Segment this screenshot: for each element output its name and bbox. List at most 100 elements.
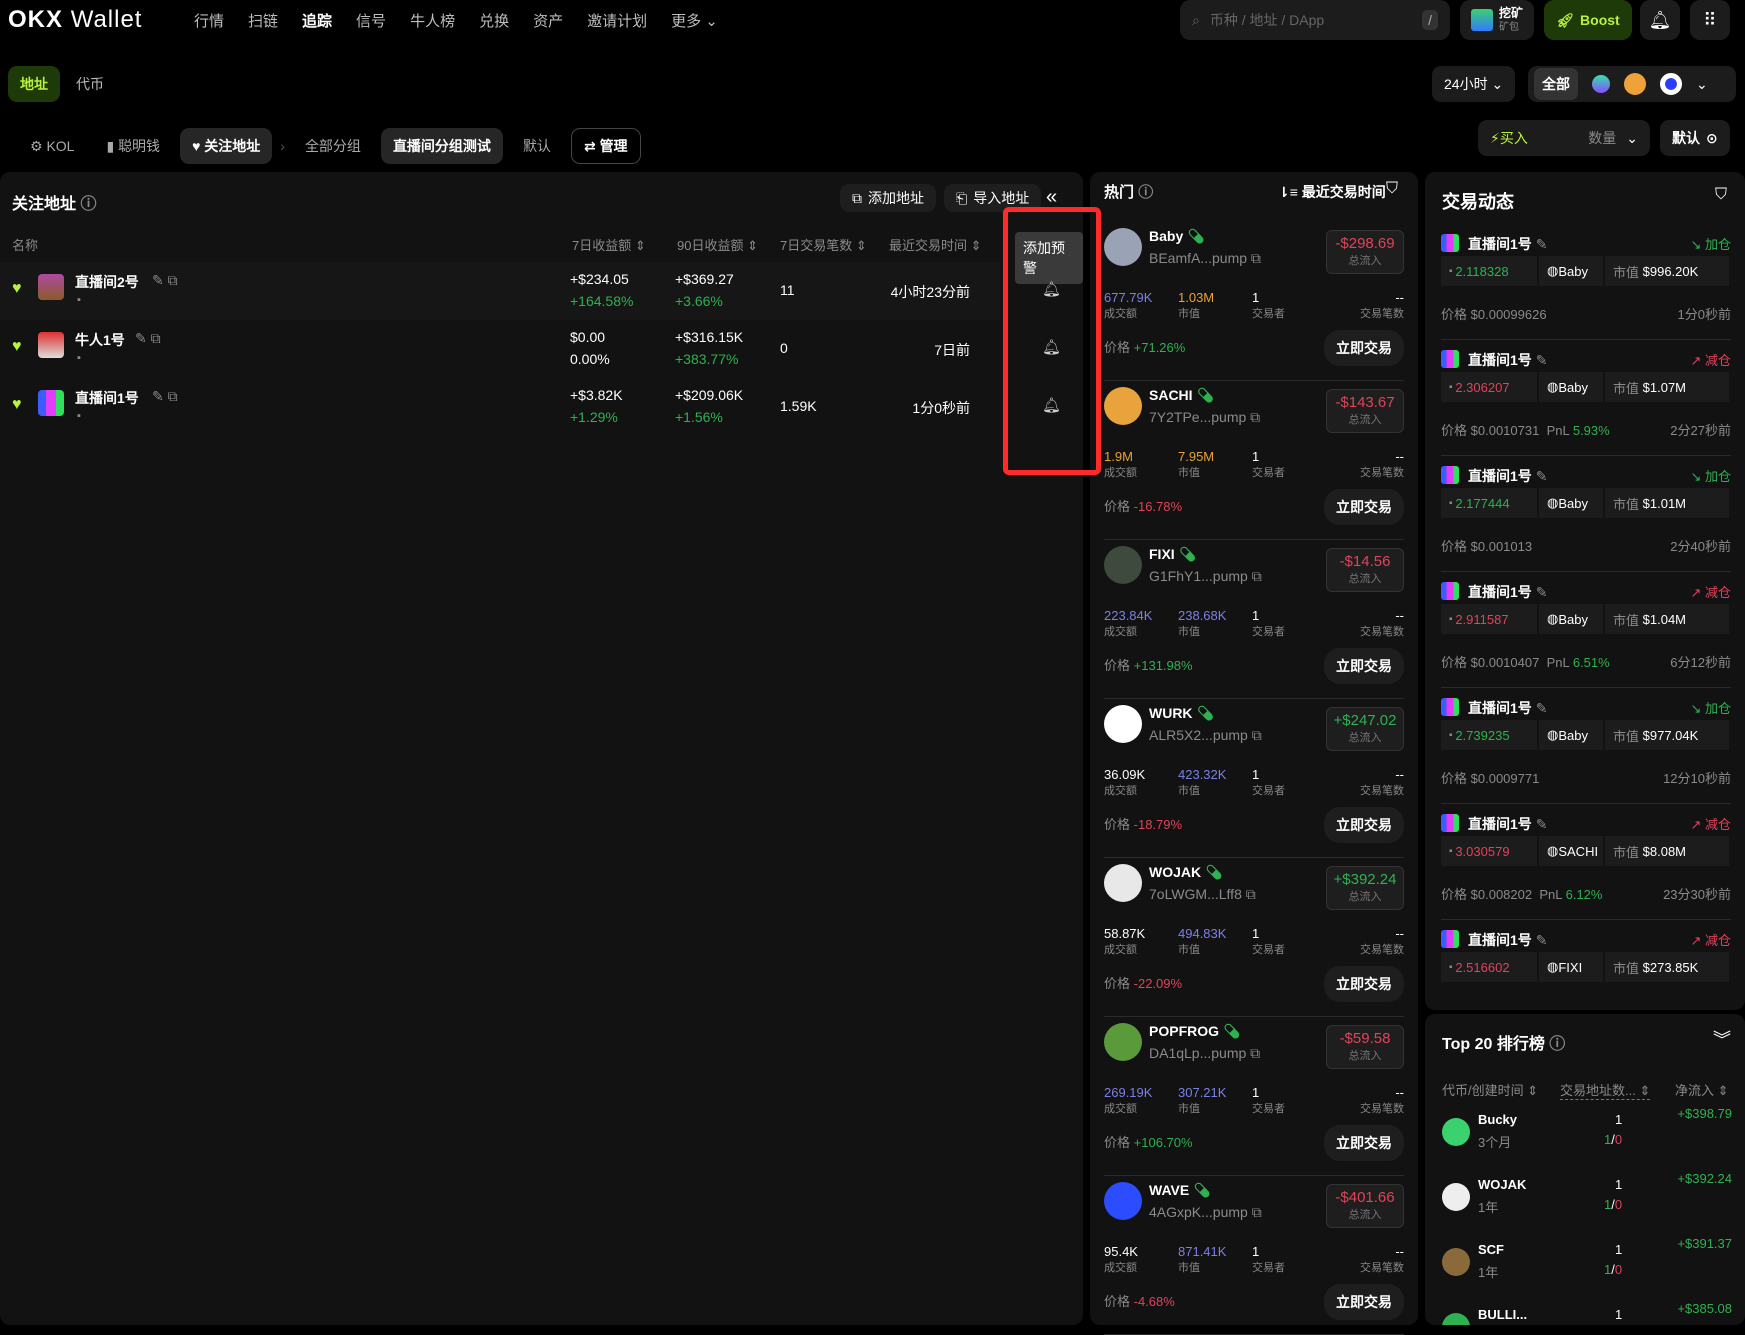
nav-more[interactable]: 更多 ⌄	[671, 10, 718, 31]
hot-token-card[interactable]: WURK 💊︎ ALR5X2...pump ⧉ +$247.02 总流入 36.0…	[1104, 699, 1404, 858]
mining-button[interactable]: 挖矿 矿包	[1460, 0, 1534, 40]
pct-90d: +3.66%	[675, 293, 723, 309]
watch-row[interactable]: ♥ 牛人1号 ✎ ⧉ ▪ $0.00 0.00% +$316.15K +383.…	[0, 320, 1000, 378]
activity-item[interactable]: 直播间1号 ✎ ↗ 减仓 ▪ 2.911587 ◍ Baby 市值 $1.04M …	[1441, 572, 1731, 688]
sort-by-recent-trade[interactable]: ⇂≡ 最近交易时间	[1278, 182, 1386, 202]
hot-token-card[interactable]: WAVE 💊︎ 4AGxpK...pump ⧉ -$401.66 总流入 95.4…	[1104, 1176, 1404, 1335]
col-pnl90[interactable]: 90日收益额 ⇕	[677, 235, 758, 254]
apps-grid-icon[interactable]: ⠿	[1690, 0, 1730, 40]
hot-token-card[interactable]: POPFROG 💊︎ DA1qLp...pump ⧉ -$59.58 总流入 26…	[1104, 1017, 1404, 1176]
group-all[interactable]: 全部分组	[293, 128, 373, 164]
chevron-down-icon[interactable]: ⌄	[1696, 76, 1708, 93]
okx-wallet-logo[interactable]: OKX Wallet	[8, 6, 142, 34]
col-tx7[interactable]: 7日交易笔数 ⇕	[780, 235, 867, 254]
hot-token-card[interactable]: WOJAK 💊︎ 7oLWGM...Lff8 ⧉ +$392.24 总流入 58.…	[1104, 858, 1404, 1017]
token-chip[interactable]: ◍ Baby	[1539, 720, 1603, 750]
ranking-row[interactable]: Bucky 3个月 1 1/0 +$398.79	[1442, 1106, 1732, 1172]
ranking-row[interactable]: WOJAK 1年 1 1/0 +$392.24	[1442, 1171, 1732, 1237]
notifications-bell-icon[interactable]: 🔔︎	[1640, 0, 1680, 40]
trade-now-button[interactable]: 立即交易	[1324, 1125, 1404, 1161]
group-default[interactable]: 默认	[511, 128, 563, 164]
timeframe-select[interactable]: 24小时 ⌄	[1432, 66, 1516, 102]
token-chip[interactable]: ◍ Baby	[1539, 256, 1603, 286]
address-name[interactable]: 牛人1号	[75, 330, 125, 350]
collapse-icon[interactable]: «	[1046, 186, 1057, 209]
boost-button[interactable]: 🚀︎ Boost	[1544, 0, 1632, 40]
edit-icon[interactable]: ✎ ⧉	[135, 330, 161, 347]
watch-row[interactable]: ♥ 直播间2号 ✎ ⧉ ▪ +$234.05 +164.58% +$369.27…	[0, 262, 1000, 320]
hot-token-card[interactable]: FIXI 💊︎ G1FhY1...pump ⧉ -$14.56 总流入 223.8…	[1104, 540, 1404, 699]
trade-now-button[interactable]: 立即交易	[1324, 330, 1404, 366]
hot-token-card[interactable]: Baby 💊︎ BEamfA...pump ⧉ -$298.69 总流入 677.…	[1104, 222, 1404, 381]
token-address[interactable]: 7Y2TPe...pump ⧉	[1149, 409, 1260, 426]
nav-market[interactable]: 行情	[194, 10, 224, 31]
activity-item[interactable]: 直播间1号 ✎ ↗ 减仓 ▪ 3.030579 ◍ SACHI 市值 $8.08M…	[1441, 804, 1731, 920]
solana-chain-icon[interactable]	[1592, 75, 1610, 93]
chain-all-button[interactable]: 全部	[1534, 68, 1578, 100]
add-alert-bell-icon[interactable]: 🔔︎	[1042, 280, 1061, 298]
hot-token-card[interactable]: SACHI 💊︎ 7Y2TPe...pump ⧉ -$143.67 总流入 1.9…	[1104, 381, 1404, 540]
nav-scan[interactable]: 扫链	[248, 10, 278, 31]
token-chip[interactable]: ◍ FIXI	[1539, 952, 1603, 982]
trade-now-button[interactable]: 立即交易	[1324, 1284, 1404, 1320]
watch-row[interactable]: ♥ 直播间1号 ✎ ⧉ ▪ +$3.82K +1.29% +$209.06K +…	[0, 378, 1000, 436]
col-address-count[interactable]: 交易地址数... ⇕	[1560, 1080, 1651, 1100]
token-address[interactable]: 7oLWGM...Lff8 ⧉	[1149, 886, 1256, 903]
token-chip[interactable]: ◍ SACHI	[1539, 836, 1603, 866]
trade-now-button[interactable]: 立即交易	[1324, 966, 1404, 1002]
ranking-row[interactable]: SCF 1年 1 1/0 +$391.37	[1442, 1236, 1732, 1302]
filter-icon[interactable]: ⛉	[1715, 186, 1727, 204]
heart-icon[interactable]: ♥	[12, 280, 22, 298]
add-alert-bell-icon[interactable]: 🔔︎	[1042, 338, 1061, 356]
activity-item[interactable]: 直播间1号 ✎ ↘ 加仓 ▪ 2.739235 ◍ Baby 市值 $977.04…	[1441, 688, 1731, 804]
add-address-button[interactable]: ⧉ 添加地址	[840, 184, 936, 212]
tab-address[interactable]: 地址	[8, 66, 60, 102]
nav-swap[interactable]: 兑换	[479, 10, 509, 31]
address-name[interactable]: 直播间1号	[75, 388, 139, 408]
heart-icon[interactable]: ♥	[12, 396, 22, 414]
token-chip[interactable]: ◍ Baby	[1539, 604, 1603, 634]
address-name[interactable]: 直播间2号	[75, 272, 139, 292]
col-net-inflow[interactable]: 净流入 ⇕	[1675, 1080, 1729, 1099]
filter-kol[interactable]: ⚙ KOL	[18, 128, 86, 164]
expand-icon[interactable]: ︾	[1713, 1026, 1731, 1052]
token-chip[interactable]: ◍ Baby	[1539, 372, 1603, 402]
ranking-row[interactable]: BULLI... 1 +$385.08	[1442, 1301, 1732, 1325]
token-address[interactable]: 4AGxpK...pump ⧉	[1149, 1204, 1262, 1221]
edit-icon[interactable]: ✎ ⧉	[152, 272, 178, 289]
heart-icon[interactable]: ♥	[12, 338, 22, 356]
nav-assets[interactable]: 资产	[533, 10, 563, 31]
trade-now-button[interactable]: 立即交易	[1324, 807, 1404, 843]
activity-item[interactable]: 直播间1号 ✎ ↗ 减仓 ▪ 2.306207 ◍ Baby 市值 $1.07M …	[1441, 340, 1731, 456]
token-address[interactable]: ALR5X2...pump ⧉	[1149, 727, 1262, 744]
token-chip[interactable]: ◍ Baby	[1539, 488, 1603, 518]
manage-button[interactable]: ⇄ 管理	[570, 128, 641, 164]
nav-signal[interactable]: 信号	[356, 10, 386, 31]
col-pnl7[interactable]: 7日收益额 ⇕	[572, 235, 646, 254]
nav-track[interactable]: 追踪	[302, 10, 332, 31]
group-live-test[interactable]: 直播间分组测试	[380, 128, 503, 164]
quick-buy-control[interactable]: ⚡买入 数量 ⌄	[1478, 120, 1650, 156]
activity-item[interactable]: 直播间1号 ✎ ↘ 加仓 ▪ 2.118328 ◍ Baby 市值 $996.20…	[1441, 224, 1731, 340]
base-chain-icon[interactable]	[1660, 73, 1682, 95]
token-address[interactable]: G1FhY1...pump ⧉	[1149, 568, 1262, 585]
col-last-trade[interactable]: 最近交易时间 ⇕	[889, 235, 982, 254]
col-token-age[interactable]: 代币/创建时间 ⇕	[1442, 1080, 1538, 1099]
preset-default-button[interactable]: 默认 ⊙	[1660, 120, 1730, 156]
nav-leaderboard[interactable]: 牛人榜	[410, 10, 455, 31]
search-input[interactable]: ⌕ 币种 / 地址 / DApp /	[1180, 0, 1450, 40]
add-alert-bell-icon[interactable]: 🔔︎	[1042, 396, 1061, 414]
activity-item[interactable]: 直播间1号 ✎ ↘ 加仓 ▪ 2.177444 ◍ Baby 市值 $1.01M …	[1441, 456, 1731, 572]
filter-smart-money[interactable]: ▮ 聪明钱	[94, 128, 172, 164]
trade-now-button[interactable]: 立即交易	[1324, 489, 1404, 525]
filter-watchlist[interactable]: ♥ 关注地址	[180, 128, 273, 164]
token-address[interactable]: BEamfA...pump ⧉	[1149, 250, 1261, 267]
quantity-input[interactable]: 数量	[1588, 128, 1616, 148]
token-address[interactable]: DA1qLp...pump ⧉	[1149, 1045, 1260, 1062]
tab-token[interactable]: 代币	[64, 66, 116, 102]
trade-now-button[interactable]: 立即交易	[1324, 648, 1404, 684]
nav-invite[interactable]: 邀请计划	[587, 10, 647, 31]
filter-icon[interactable]: ⛉	[1386, 180, 1398, 198]
edit-icon[interactable]: ✎ ⧉	[152, 388, 178, 405]
bnb-chain-icon[interactable]	[1624, 73, 1646, 95]
